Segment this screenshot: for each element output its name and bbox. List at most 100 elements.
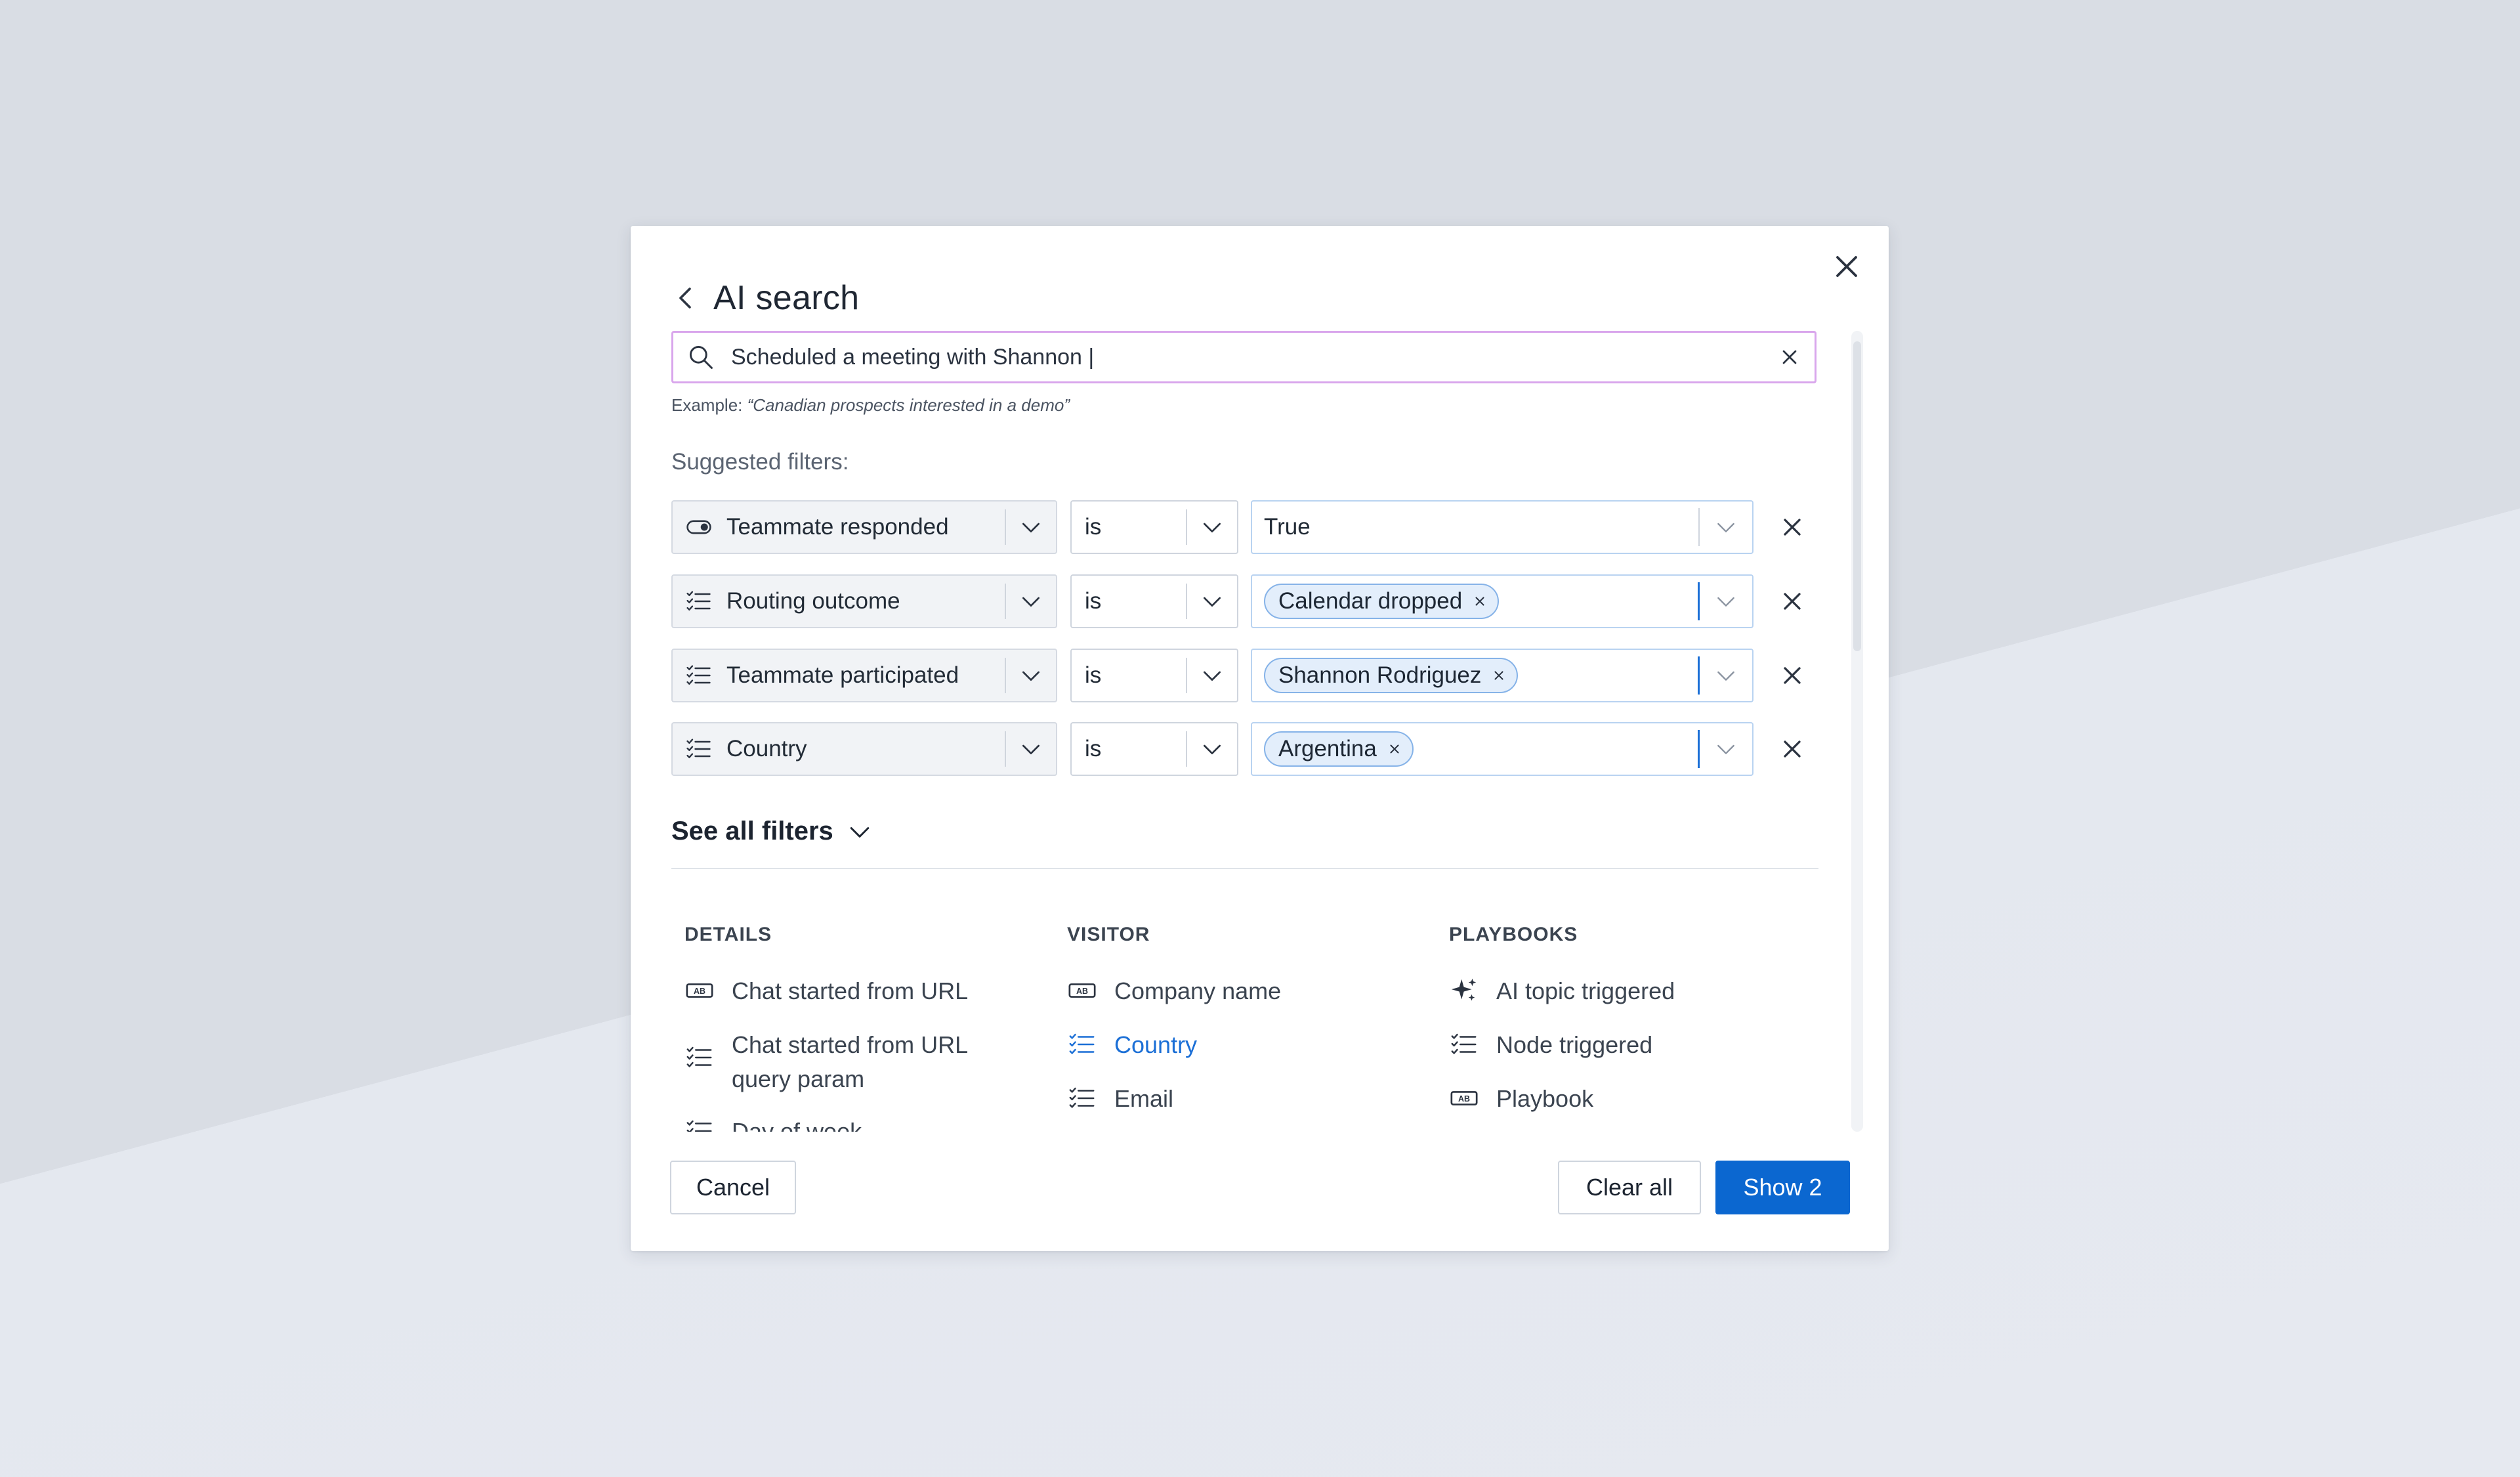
svg-text:AB: AB bbox=[1076, 987, 1088, 996]
filter-field-select[interactable]: Teammate responded bbox=[671, 500, 1057, 554]
filter-field-label: Routing outcome bbox=[726, 588, 900, 614]
chip-remove-icon[interactable] bbox=[1387, 742, 1402, 756]
chevron-down-icon[interactable] bbox=[1018, 662, 1044, 689]
filter-option-label: Day of week bbox=[732, 1118, 862, 1132]
chevron-down-icon[interactable] bbox=[1713, 662, 1739, 689]
chevron-down-icon[interactable] bbox=[1199, 662, 1225, 689]
filter-option[interactable]: AB Playbook bbox=[1449, 1082, 1593, 1116]
value-chip: Argentina bbox=[1264, 731, 1414, 767]
chevron-down-icon[interactable] bbox=[1199, 736, 1225, 762]
show-results-button[interactable]: Show 2 bbox=[1715, 1161, 1850, 1214]
category-heading-details: DETAILS bbox=[684, 924, 772, 945]
chevron-down-icon bbox=[850, 826, 870, 838]
clear-search-icon[interactable] bbox=[1778, 345, 1801, 369]
filter-value-select[interactable]: Shannon Rodriguez bbox=[1251, 649, 1754, 702]
checklist-icon bbox=[686, 739, 711, 759]
close-icon[interactable] bbox=[1828, 248, 1865, 285]
svg-text:AB: AB bbox=[694, 987, 705, 996]
filter-value-select[interactable]: Calendar dropped bbox=[1251, 574, 1754, 628]
suggested-filters-label: Suggested filters: bbox=[671, 449, 849, 475]
operator-label: is bbox=[1085, 662, 1102, 688]
filter-option-label: Email bbox=[1114, 1085, 1174, 1112]
filter-option[interactable]: Day of week bbox=[684, 1115, 862, 1132]
filter-row: Routing outcome is Calendar dropped bbox=[671, 574, 1846, 628]
remove-filter-icon[interactable] bbox=[1778, 587, 1807, 616]
filter-option-label: Playbook bbox=[1496, 1085, 1594, 1112]
text-field-icon: AB bbox=[1068, 983, 1096, 998]
filter-field-select[interactable]: Teammate participated bbox=[671, 649, 1057, 702]
filter-browser-visible: DETAILS VISITOR PLAYBOOKS AB Chat starte… bbox=[631, 882, 1851, 1132]
search-example: Example: “Canadian prospects interested … bbox=[671, 395, 1070, 416]
example-text: “Canadian prospects interested in a demo… bbox=[747, 395, 1070, 415]
text-field-icon: AB bbox=[1450, 1091, 1478, 1105]
chip-label: Argentina bbox=[1278, 736, 1377, 761]
filter-value-select[interactable]: True bbox=[1251, 500, 1754, 554]
filter-operator-select[interactable]: is bbox=[1070, 649, 1238, 702]
chevron-down-icon[interactable] bbox=[1018, 736, 1044, 762]
chevron-down-icon[interactable] bbox=[1199, 514, 1225, 540]
dialog-header: AI search bbox=[670, 265, 859, 331]
scrollbar-thumb[interactable] bbox=[1853, 341, 1861, 651]
filter-option-active[interactable]: Country bbox=[1067, 1028, 1197, 1062]
filter-row: Country is Argentina bbox=[671, 722, 1846, 776]
remove-filter-icon[interactable] bbox=[1778, 513, 1807, 542]
svg-text:AB: AB bbox=[1458, 1094, 1470, 1103]
chevron-down-icon[interactable] bbox=[1199, 588, 1225, 614]
filter-field-label: Teammate responded bbox=[726, 514, 949, 540]
value-chip: Shannon Rodriguez bbox=[1264, 658, 1519, 693]
chip-label: Shannon Rodriguez bbox=[1278, 662, 1482, 688]
filter-value-select[interactable]: Argentina bbox=[1251, 722, 1754, 776]
cancel-button[interactable]: Cancel bbox=[670, 1161, 796, 1214]
chevron-left-icon[interactable] bbox=[670, 282, 702, 314]
checklist-icon bbox=[686, 591, 711, 611]
see-all-filters-toggle[interactable]: See all filters bbox=[671, 817, 874, 846]
operator-label: is bbox=[1085, 514, 1102, 540]
filter-operator-select[interactable]: is bbox=[1070, 574, 1238, 628]
filter-option[interactable]: AB Chat started from URL bbox=[684, 974, 968, 1008]
remove-filter-icon[interactable] bbox=[1778, 661, 1807, 690]
filter-field-select[interactable]: Routing outcome bbox=[671, 574, 1057, 628]
checklist-icon bbox=[686, 1120, 712, 1132]
example-prefix: Example: bbox=[671, 395, 747, 415]
remove-filter-icon[interactable] bbox=[1778, 735, 1807, 763]
category-heading-playbooks: PLAYBOOKS bbox=[1449, 924, 1578, 945]
filter-option-label: Country bbox=[1114, 1031, 1198, 1058]
clear-all-button[interactable]: Clear all bbox=[1558, 1161, 1701, 1214]
dialog-title: AI search bbox=[713, 279, 860, 317]
operator-label: is bbox=[1085, 588, 1102, 614]
filter-field-label: Country bbox=[726, 736, 807, 761]
see-all-label: See all filters bbox=[671, 817, 833, 846]
filter-option[interactable]: Chat started from URL query param bbox=[684, 1028, 1026, 1096]
text-field-icon: AB bbox=[686, 983, 713, 998]
checklist-icon bbox=[1069, 1033, 1095, 1054]
filter-operator-select[interactable]: is bbox=[1070, 722, 1238, 776]
checklist-icon bbox=[1069, 1087, 1095, 1108]
chevron-down-icon[interactable] bbox=[1713, 588, 1739, 614]
filter-option[interactable]: AI topic triggered bbox=[1449, 974, 1675, 1008]
filter-field-label: Teammate participated bbox=[726, 662, 959, 688]
chevron-down-icon[interactable] bbox=[1713, 736, 1739, 762]
filter-option[interactable]: Email bbox=[1067, 1082, 1173, 1116]
chevron-down-icon[interactable] bbox=[1713, 514, 1739, 540]
toggle-icon bbox=[686, 520, 711, 534]
search-input[interactable] bbox=[730, 343, 1778, 371]
filter-value-text: True bbox=[1264, 514, 1311, 540]
operator-label: is bbox=[1085, 736, 1102, 761]
filter-field-select[interactable]: Country bbox=[671, 722, 1057, 776]
chip-label: Calendar dropped bbox=[1278, 588, 1463, 614]
chevron-down-icon[interactable] bbox=[1018, 514, 1044, 540]
chip-remove-icon[interactable] bbox=[1492, 668, 1506, 683]
filter-operator-select[interactable]: is bbox=[1070, 500, 1238, 554]
filter-option-label: AI topic triggered bbox=[1496, 977, 1675, 1004]
section-divider bbox=[671, 868, 1818, 869]
filter-option-label: Company name bbox=[1114, 977, 1282, 1004]
checklist-icon bbox=[686, 1046, 712, 1067]
filter-row: Teammate participated is Shannon Rodrigu… bbox=[671, 649, 1846, 702]
ai-search-box bbox=[671, 331, 1816, 383]
chip-remove-icon[interactable] bbox=[1473, 594, 1487, 609]
chevron-down-icon[interactable] bbox=[1018, 588, 1044, 614]
sparkle-icon bbox=[1451, 978, 1477, 1001]
filter-option[interactable]: Node triggered bbox=[1449, 1028, 1652, 1062]
search-icon bbox=[689, 345, 713, 369]
filter-option[interactable]: AB Company name bbox=[1067, 974, 1281, 1008]
